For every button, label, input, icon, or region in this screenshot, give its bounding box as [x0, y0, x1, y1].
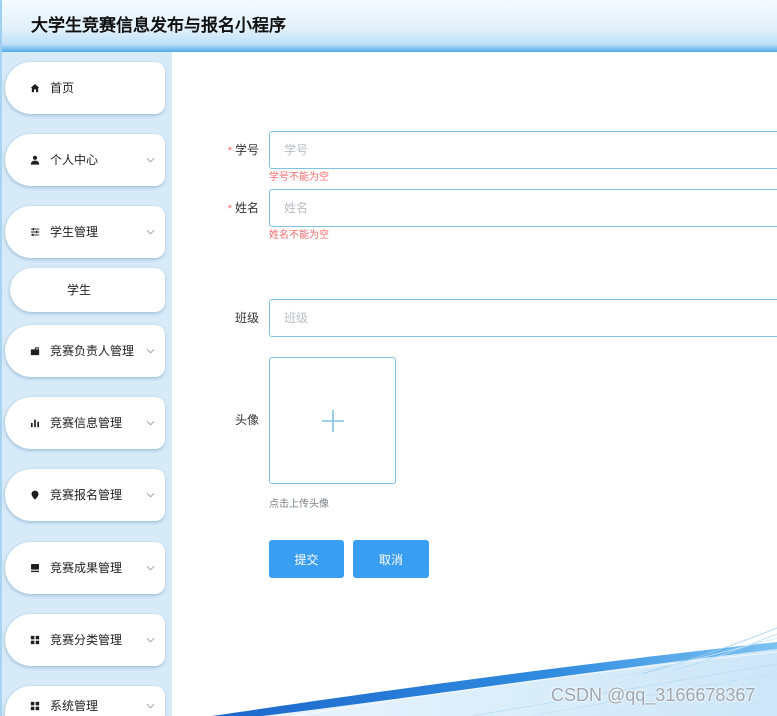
- sidebar-item-system-management[interactable]: 系统管理: [5, 686, 165, 716]
- cancel-button[interactable]: 取消: [353, 540, 429, 578]
- form-label-text: 姓名: [234, 201, 259, 215]
- sidebar-item-label: 个人中心: [50, 153, 99, 167]
- sidebar-item-competition-category-management[interactable]: 竞赛分类管理: [5, 614, 165, 666]
- sidebar-item-label: 竞赛报名管理: [50, 488, 123, 502]
- name-error: 姓名不能为空: [269, 230, 329, 241]
- form-label-avatar: 头像: [196, 412, 259, 428]
- user-icon: [30, 155, 40, 165]
- sidebar-item-label: 首页: [50, 81, 75, 95]
- sidebar-menu: 首页 个人中心 学生管理 学生 竞赛负责人管理 竞赛信息管理 竞赛报名管理 竞赛…: [0, 52, 172, 716]
- sidebar-item-student-management[interactable]: 学生管理: [5, 206, 165, 258]
- form-label-name: * 姓名: [196, 200, 259, 217]
- home-icon: [30, 83, 40, 93]
- briefcase-icon: [30, 346, 40, 356]
- sidebar-item-home[interactable]: 首页: [5, 62, 165, 114]
- sidebar-item-label: 系统管理: [50, 699, 99, 713]
- avatar-upload-hint: 点击上传头像: [269, 499, 329, 510]
- required-mark: *: [227, 145, 232, 157]
- chevron-down-icon: [146, 492, 155, 498]
- avatar-upload[interactable]: [269, 357, 396, 484]
- sidebar-item-competition-info-management[interactable]: 竞赛信息管理: [5, 397, 165, 449]
- monitor-icon: [30, 563, 40, 573]
- sidebar-item-competition-registration-management[interactable]: 竞赛报名管理: [5, 469, 165, 521]
- chevron-down-icon: [146, 637, 155, 643]
- class-input[interactable]: [269, 299, 777, 337]
- chevron-down-icon: [146, 703, 155, 709]
- sidebar-item-label: 竞赛分类管理: [50, 633, 123, 647]
- sidebar-item-profile[interactable]: 个人中心: [5, 134, 165, 186]
- chevron-down-icon: [146, 420, 155, 426]
- chevron-down-icon: [146, 157, 155, 163]
- sidebar-subitem-student[interactable]: 学生: [10, 268, 165, 312]
- form-label-text: 学号: [234, 143, 259, 157]
- name-input[interactable]: [269, 189, 777, 227]
- sidebar-item-competition-result-management[interactable]: 竞赛成果管理: [5, 542, 165, 594]
- sidebar-item-label: 竞赛负责人管理: [50, 344, 135, 358]
- form-label-text: 班级: [234, 311, 259, 325]
- chevron-down-icon: [146, 229, 155, 235]
- chevron-down-icon: [146, 348, 155, 354]
- chevron-down-icon: [146, 565, 155, 571]
- sidebar-item-label: 学生管理: [50, 225, 99, 239]
- sidebar-item-label: 竞赛信息管理: [50, 416, 123, 430]
- submit-button[interactable]: 提交: [269, 540, 344, 578]
- sidebar-subitem-label: 学生: [67, 283, 92, 297]
- sidebar-item-competition-leader-management[interactable]: 竞赛负责人管理: [5, 325, 165, 377]
- student-id-error: 学号不能为空: [269, 172, 329, 183]
- sliders-icon: [30, 227, 40, 237]
- required-mark: *: [227, 203, 232, 215]
- form-label-class: 班级: [196, 310, 259, 326]
- plus-icon: [321, 409, 345, 433]
- form-label-text: 头像: [234, 413, 259, 427]
- watermark: CSDN @qq_3166678367: [551, 685, 756, 705]
- grid-icon: [30, 701, 40, 711]
- app-title: 大学生竞赛信息发布与报名小程序: [31, 16, 286, 35]
- form-label-student-id: * 学号: [196, 142, 259, 159]
- bar-chart-icon: [30, 418, 40, 428]
- app-header: 大学生竞赛信息发布与报名小程序: [0, 0, 777, 52]
- grid-icon: [30, 635, 40, 645]
- student-id-input[interactable]: [269, 131, 777, 169]
- sidebar-item-label: 竞赛成果管理: [50, 561, 123, 575]
- location-pin-icon: [30, 490, 40, 500]
